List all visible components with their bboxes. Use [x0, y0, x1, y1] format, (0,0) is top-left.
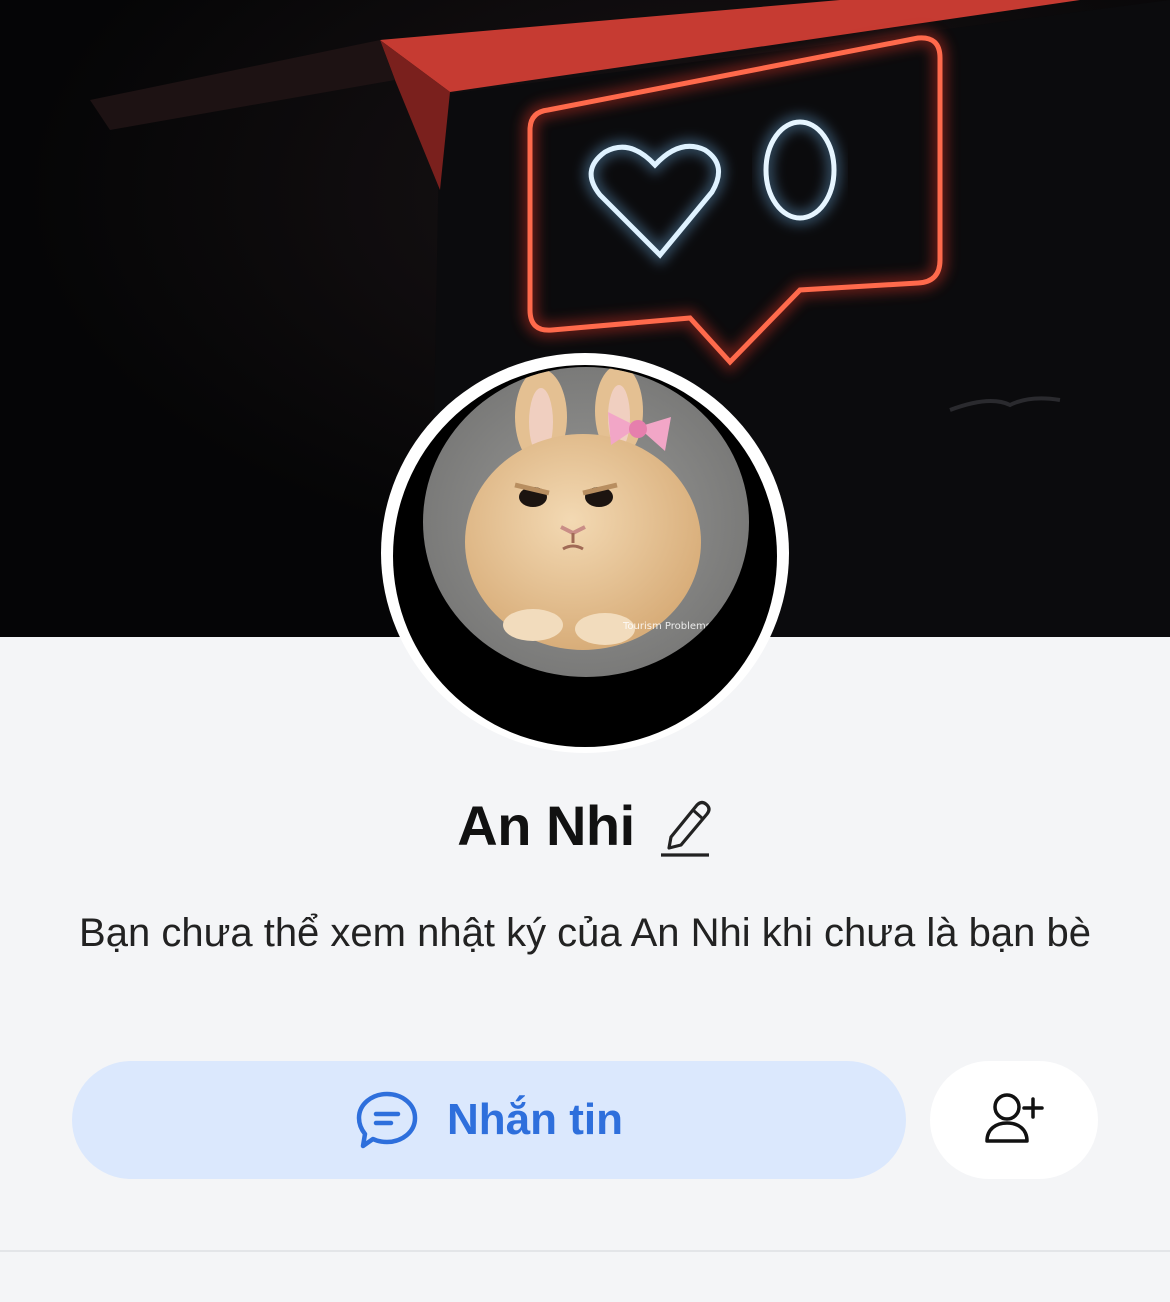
avatar-watermark: Tourism Problems	[622, 621, 711, 632]
message-button-label: Nhắn tin	[447, 1095, 623, 1144]
chat-bubble-icon	[355, 1088, 419, 1152]
avatar[interactable]: Tourism Problems	[381, 353, 789, 753]
add-friend-icon	[979, 1085, 1049, 1155]
message-button[interactable]: Nhắn tin	[72, 1061, 906, 1179]
pencil-icon[interactable]	[657, 793, 713, 857]
profile-name: An Nhi	[457, 793, 635, 857]
add-friend-button[interactable]	[930, 1061, 1098, 1179]
bunny-avatar-image: Tourism Problems	[423, 367, 749, 677]
avatar-frame: Tourism Problems	[393, 365, 777, 747]
friend-notice: Bạn chưa thể xem nhật ký của An Nhi khi …	[79, 911, 1091, 955]
profile-name-row: An Nhi	[0, 785, 1170, 865]
section-divider	[0, 1250, 1170, 1252]
